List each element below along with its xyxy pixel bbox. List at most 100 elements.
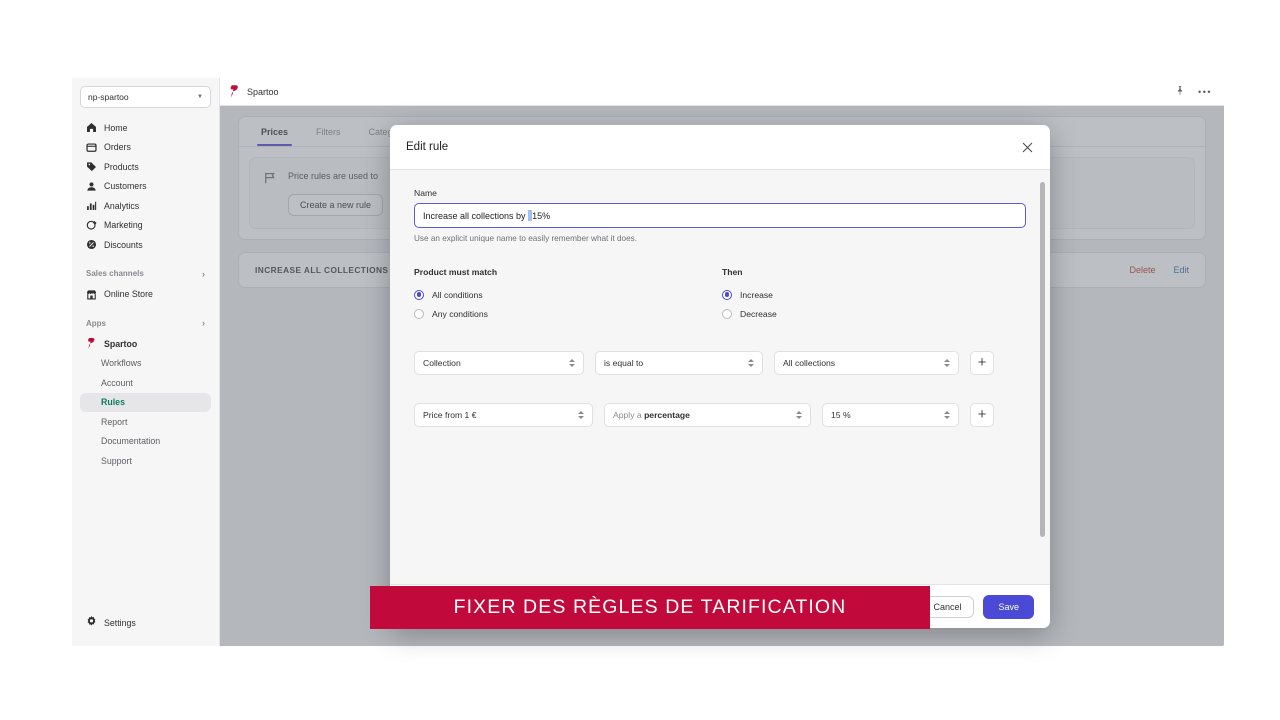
condition-field-select-2[interactable]: Price from 1 € — [414, 403, 593, 427]
sidebar-subitem-label: Workflows — [101, 358, 142, 369]
orders-icon — [86, 142, 97, 153]
sidebar-subitem-label: Report — [101, 416, 128, 427]
sidebar-item-analytics[interactable]: Analytics — [80, 196, 211, 216]
select-arrows-icon — [943, 359, 950, 367]
select-arrows-icon — [747, 359, 754, 367]
marketing-megaphone-icon — [86, 220, 97, 231]
radio-label: Decrease — [740, 308, 777, 319]
modal-header: Edit rule — [390, 125, 1050, 170]
sidebar-item-home[interactable]: Home — [80, 118, 211, 138]
radio-label: Increase — [740, 289, 773, 300]
sidebar-item-spartoo[interactable]: Spartoo — [80, 334, 211, 354]
save-button[interactable]: Save — [983, 594, 1034, 619]
select-arrows-icon — [568, 359, 575, 367]
sidebar-section-label: Sales channels — [86, 269, 144, 278]
condition-operator-select-1[interactable]: is equal to — [595, 351, 763, 375]
condition-value-select-2[interactable]: 15 % — [822, 403, 959, 427]
sidebar-item-products[interactable]: Products — [80, 157, 211, 177]
sidebar-item-label: Customers — [104, 181, 147, 192]
sidebar-subitem-account[interactable]: Account — [80, 373, 211, 393]
store-selector[interactable]: np-spartoo ▼ — [80, 86, 211, 108]
radio-any-conditions[interactable]: Any conditions — [414, 304, 720, 323]
sidebar-subitem-label: Account — [101, 377, 133, 388]
sidebar-item-settings[interactable]: Settings — [80, 613, 212, 632]
sidebar-item-label: Discounts — [104, 239, 143, 250]
sidebar-item-online-store[interactable]: Online Store — [80, 285, 211, 305]
topbar: Spartoo ••• — [220, 78, 1224, 106]
pin-icon[interactable] — [1175, 85, 1185, 99]
sidebar-section-apps[interactable]: Apps › — [80, 312, 211, 334]
analytics-bars-icon — [86, 200, 97, 211]
modal-body: Name Increase all collections by 15% Use… — [390, 170, 1050, 584]
add-condition-button-1[interactable]: + — [970, 351, 994, 375]
close-icon[interactable] — [1021, 141, 1034, 154]
sidebar-item-marketing[interactable]: Marketing — [80, 216, 211, 236]
sidebar-item-discounts[interactable]: Discounts — [80, 235, 211, 255]
name-input-value-after: 15% — [532, 210, 551, 221]
store-selector-label: np-spartoo — [88, 92, 129, 102]
select-arrows-icon — [943, 411, 950, 419]
select-value-bold: percentage — [644, 410, 690, 420]
sidebar-item-customers[interactable]: Customers — [80, 177, 211, 197]
sidebar-subitem-rules[interactable]: Rules — [80, 392, 211, 412]
sidebar-item-label: Home — [104, 122, 128, 133]
radio-indicator — [414, 289, 424, 300]
conditions-header-row: Product must match All conditions Any co… — [414, 267, 1026, 323]
sidebar-item-label: Orders — [104, 142, 131, 153]
radio-all-conditions[interactable]: All conditions — [414, 285, 720, 304]
then-group: Then Increase Decrease — [720, 267, 1026, 323]
settings-label: Settings — [104, 617, 136, 628]
modal-title: Edit rule — [406, 141, 449, 153]
select-arrows-icon — [577, 411, 584, 419]
name-input[interactable]: Increase all collections by 15% — [414, 203, 1026, 228]
sidebar-subitem-label: Rules — [101, 397, 125, 408]
sidebar-subitem-workflows[interactable]: Workflows — [80, 354, 211, 374]
sidebar-item-label: Online Store — [104, 289, 153, 300]
then-title: Then — [722, 267, 743, 277]
select-value: Collection — [423, 358, 461, 368]
radio-indicator — [722, 308, 732, 319]
chevron-right-icon: › — [202, 318, 205, 328]
sidebar-subitem-label: Documentation — [101, 436, 161, 447]
sidebar-subitem-support[interactable]: Support — [80, 451, 211, 471]
customers-person-icon — [86, 181, 97, 192]
radio-label: All conditions — [432, 289, 483, 300]
radio-increase[interactable]: Increase — [722, 285, 1026, 304]
sidebar-section-label: Apps — [86, 318, 106, 328]
select-arrows-icon — [795, 411, 802, 419]
topbar-actions: ••• — [1175, 85, 1212, 99]
sidebar-item-label: Marketing — [104, 220, 143, 231]
caption-text: FIXER DES RÈGLES DE TARIFICATION — [453, 596, 847, 618]
sidebar-item-label: Spartoo — [104, 338, 138, 349]
select-value-composite: Apply a percentage — [613, 410, 795, 420]
name-field-label: Name — [414, 188, 437, 198]
more-horizontal-icon[interactable]: ••• — [1198, 87, 1212, 97]
condition-row-1: Collection is equal to All collections + — [414, 351, 1026, 375]
condition-operator-select-2[interactable]: Apply a percentage — [604, 403, 811, 427]
add-condition-button-2[interactable]: + — [970, 403, 994, 427]
products-tag-icon — [86, 161, 97, 172]
name-field-helper: Use an explicit unique name to easily re… — [414, 234, 637, 243]
condition-value-select-1[interactable]: All collections — [774, 351, 959, 375]
radio-decrease[interactable]: Decrease — [722, 304, 1026, 323]
sidebar-item-label: Analytics — [104, 200, 140, 211]
product-must-match-title: Product must match — [414, 267, 498, 277]
sidebar-subitem-documentation[interactable]: Documentation — [80, 432, 211, 452]
sidebar-item-orders[interactable]: Orders — [80, 138, 211, 158]
select-value: is equal to — [604, 358, 644, 368]
sidebar-subitem-label: Support — [101, 455, 132, 466]
select-value: 15 % — [831, 410, 851, 420]
sidebar: np-spartoo ▼ Home Orders Products Custom… — [72, 78, 220, 646]
sidebar-section-sales-channels[interactable]: Sales channels › — [80, 263, 211, 285]
radio-indicator — [414, 308, 424, 319]
caption-banner: FIXER DES RÈGLES DE TARIFICATION — [370, 586, 930, 629]
modal-scrollbar-thumb[interactable] — [1040, 182, 1045, 537]
home-icon — [86, 122, 97, 133]
condition-row-2: Price from 1 € Apply a percentage 15 % + — [414, 403, 1026, 427]
sidebar-item-label: Products — [104, 161, 139, 172]
radio-indicator — [722, 289, 732, 300]
sidebar-subitem-report[interactable]: Report — [80, 412, 211, 432]
chevron-right-icon: › — [202, 268, 205, 279]
store-icon — [86, 289, 97, 300]
condition-field-select-1[interactable]: Collection — [414, 351, 584, 375]
